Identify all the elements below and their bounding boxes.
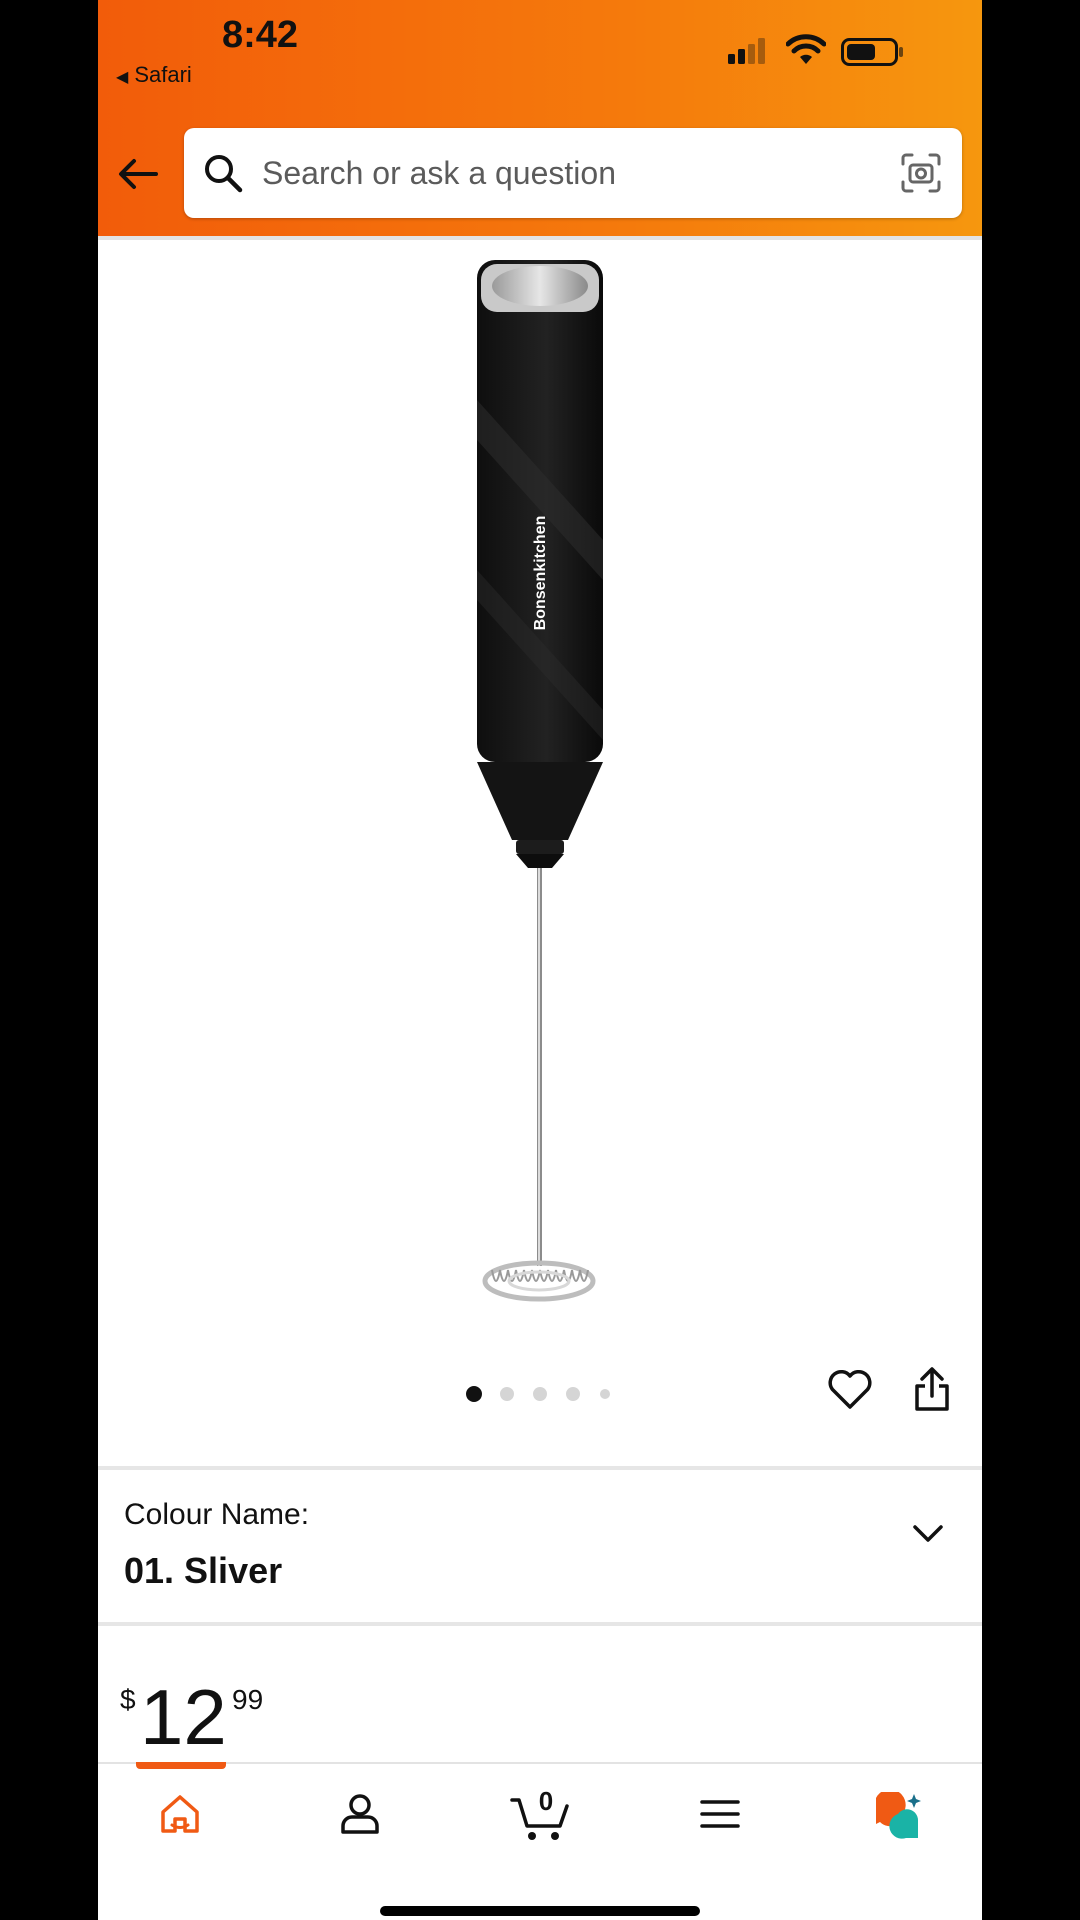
wifi-icon — [786, 34, 826, 64]
header: 8:42 ◀ Safari — [98, 0, 982, 240]
rufus-icon — [876, 1792, 921, 1839]
divider — [98, 1466, 982, 1470]
carousel-dot[interactable] — [533, 1387, 547, 1401]
carousel-dot[interactable] — [600, 1389, 610, 1399]
back-app-label: Safari — [134, 62, 192, 87]
colour-selector[interactable]: Colour Name: 01. Sliver — [98, 1472, 982, 1622]
nav-account[interactable] — [338, 1792, 418, 1862]
nav-rufus[interactable] — [872, 1792, 952, 1862]
chevron-down-icon — [913, 1525, 943, 1542]
nav-home[interactable] — [158, 1792, 238, 1862]
heart-icon[interactable] — [827, 1368, 873, 1410]
nav-menu[interactable] — [698, 1792, 778, 1862]
nav-cart[interactable]: 0 — [510, 1786, 590, 1862]
search-bar[interactable] — [184, 128, 962, 218]
search-icon — [205, 155, 243, 193]
back-arrow-icon[interactable] — [116, 152, 160, 196]
carousel-dot[interactable] — [500, 1387, 514, 1401]
colour-label: Colour Name: — [124, 1498, 310, 1531]
home-indicator — [380, 1906, 700, 1916]
price-fraction: 99 — [232, 1684, 264, 1715]
divider — [98, 1622, 982, 1626]
cart-count: 0 — [538, 1786, 554, 1816]
product-brand-print: Bonsenkitchen — [532, 516, 549, 631]
colour-value: 01. Sliver — [124, 1550, 283, 1591]
home-icon — [161, 1795, 199, 1833]
battery-icon — [841, 38, 903, 66]
carousel-dot[interactable] — [566, 1387, 580, 1401]
signal-icon — [728, 38, 765, 64]
back-to-app[interactable]: ◀ Safari — [116, 62, 192, 88]
camera-search-icon[interactable] — [900, 152, 942, 194]
price-whole: 12 — [140, 1673, 227, 1761]
price-symbol: $ — [120, 1684, 136, 1715]
screen: 8:42 ◀ Safari Search or ask a question B… — [98, 0, 982, 1920]
back-triangle-icon: ◀ — [116, 69, 129, 86]
status-time: 8:42 — [222, 14, 299, 56]
share-icon[interactable] — [913, 1366, 951, 1412]
carousel-dot-active[interactable] — [466, 1386, 482, 1402]
bottom-nav: 0 — [98, 1762, 982, 1920]
active-tab-indicator — [136, 1762, 226, 1769]
menu-icon — [700, 1800, 740, 1828]
search-input[interactable] — [262, 146, 842, 200]
account-icon — [341, 1794, 379, 1834]
product-image[interactable]: Bonsenkitchen — [98, 240, 982, 1360]
